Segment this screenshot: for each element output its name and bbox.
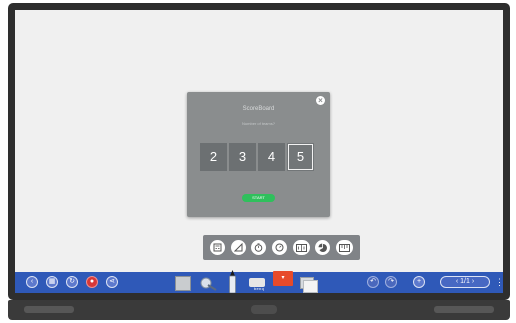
pen-icon[interactable] — [228, 270, 237, 293]
next-page-icon[interactable]: › — [472, 278, 474, 285]
whiteboard-screen[interactable]: × ScoreBoard Number of teams? 2 3 4 5 ST… — [15, 10, 503, 293]
team-option-3[interactable]: 3 — [229, 143, 256, 171]
undo-icon[interactable]: ↶ — [367, 276, 379, 288]
page-number: 1/1 — [460, 278, 470, 285]
calculator-icon[interactable] — [209, 240, 225, 255]
record-icon[interactable]: ● — [86, 276, 98, 288]
redo-icon[interactable]: ↷ — [385, 276, 397, 288]
more-menu-icon[interactable]: ⋮ — [495, 276, 503, 289]
start-button[interactable]: START — [242, 194, 275, 202]
team-count-options: 2 3 4 5 — [200, 143, 314, 171]
page-indicator: ‹ 1/1 › — [440, 276, 490, 288]
speaker-grille-left — [24, 306, 74, 313]
whiteboard-icon[interactable]: ▦ — [46, 276, 58, 288]
tools-palette — [203, 235, 360, 260]
pie-chart-icon[interactable] — [315, 240, 331, 255]
scoreboard-dialog: × ScoreBoard Number of teams? 2 3 4 5 ST… — [187, 92, 330, 217]
background-board-icon[interactable] — [175, 276, 191, 291]
timer-icon[interactable] — [251, 240, 267, 255]
add-page-button[interactable]: + — [413, 276, 425, 288]
ruler-icon[interactable] — [336, 240, 354, 255]
power-button[interactable] — [251, 305, 277, 314]
eraser-icon[interactable] — [249, 278, 265, 287]
speaker-grille-right — [434, 306, 494, 313]
dialog-title: ScoreBoard — [242, 106, 275, 112]
close-icon[interactable]: × — [316, 96, 325, 105]
stopwatch-icon[interactable] — [271, 240, 287, 255]
sticky-note-icon[interactable] — [303, 280, 318, 293]
back-icon[interactable]: ‹ — [26, 276, 38, 288]
scoreboard-icon[interactable] — [292, 240, 310, 255]
prev-page-icon[interactable]: ‹ — [456, 278, 458, 285]
dialog-subtitle: Number of teams? — [242, 121, 275, 126]
display-stand — [8, 300, 510, 320]
brush-tool-icon[interactable] — [199, 275, 217, 291]
share-icon[interactable]: ⋖ — [106, 276, 118, 288]
rotate-icon[interactable]: ↻ — [66, 276, 78, 288]
team-option-2[interactable]: 2 — [200, 143, 227, 171]
team-option-4[interactable]: 4 — [258, 143, 285, 171]
pen-tool-icon[interactable] — [230, 240, 246, 255]
team-option-5[interactable]: 5 — [287, 143, 314, 171]
toolbox-tab[interactable]: ▾ — [273, 271, 293, 286]
